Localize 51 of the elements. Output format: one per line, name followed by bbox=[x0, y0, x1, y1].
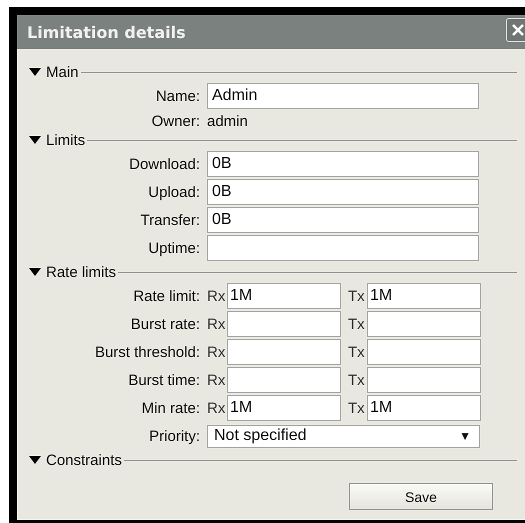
rx-label: Rx bbox=[207, 400, 226, 416]
rx-field[interactable]: 1M bbox=[227, 395, 341, 421]
rx-label: Rx bbox=[207, 316, 226, 332]
input-field[interactable]: 0B bbox=[207, 151, 479, 177]
input-field[interactable]: 0B bbox=[207, 179, 479, 205]
tx-field[interactable] bbox=[367, 311, 481, 337]
field-label: Uptime: bbox=[147, 240, 201, 256]
close-button[interactable] bbox=[506, 18, 525, 42]
tx-field[interactable] bbox=[367, 367, 481, 393]
rx-field[interactable] bbox=[227, 339, 341, 365]
tx-label: Tx bbox=[348, 400, 366, 416]
input-field[interactable] bbox=[207, 235, 479, 261]
tx-label: Tx bbox=[348, 372, 366, 388]
field-label: Burst time: bbox=[127, 372, 201, 388]
rx-label: Rx bbox=[207, 344, 226, 360]
rx-label: Rx bbox=[207, 288, 226, 304]
tx-field[interactable]: 1M bbox=[367, 395, 481, 421]
collapse-triangle-icon[interactable] bbox=[29, 136, 41, 144]
rx-field[interactable] bbox=[227, 367, 341, 393]
rx-label: Rx bbox=[207, 372, 226, 388]
field-label: Name: bbox=[154, 88, 201, 104]
priority-dropdown[interactable]: Not specified ▼ bbox=[207, 424, 480, 448]
tx-label: Tx bbox=[348, 316, 366, 332]
save-button[interactable]: Save bbox=[349, 483, 493, 510]
field-label: Rate limit: bbox=[132, 288, 201, 304]
collapse-triangle-icon[interactable] bbox=[29, 68, 41, 76]
tx-label: Tx bbox=[348, 344, 366, 360]
tx-field[interactable] bbox=[367, 339, 481, 365]
tx-label: Tx bbox=[348, 288, 366, 304]
input-field[interactable]: Admin bbox=[207, 83, 479, 109]
window-title: Limitation details bbox=[27, 22, 186, 42]
field-label: Priority: bbox=[148, 428, 201, 444]
field-label: Upload: bbox=[147, 184, 201, 200]
field-label: Min rate: bbox=[140, 400, 201, 416]
field-label: Burst rate: bbox=[130, 316, 201, 332]
section-heading[interactable]: Constraints bbox=[46, 452, 122, 468]
close-icon bbox=[511, 23, 525, 37]
field-label: Transfer: bbox=[140, 212, 201, 228]
field-label: Owner: bbox=[150, 112, 201, 130]
collapse-triangle-icon[interactable] bbox=[29, 456, 41, 464]
field-label: Download: bbox=[128, 156, 201, 172]
tx-field[interactable]: 1M bbox=[367, 283, 481, 309]
section-heading[interactable]: Limits bbox=[46, 132, 86, 148]
section-heading[interactable]: Main bbox=[46, 64, 79, 80]
owner-value: admin bbox=[207, 112, 248, 130]
rx-field[interactable]: 1M bbox=[227, 283, 341, 309]
field-label: Burst threshold: bbox=[94, 344, 201, 360]
input-field[interactable]: 0B bbox=[207, 207, 479, 233]
rx-field[interactable] bbox=[227, 311, 341, 337]
collapse-triangle-icon[interactable] bbox=[29, 268, 41, 276]
section-heading[interactable]: Rate limits bbox=[46, 264, 116, 280]
